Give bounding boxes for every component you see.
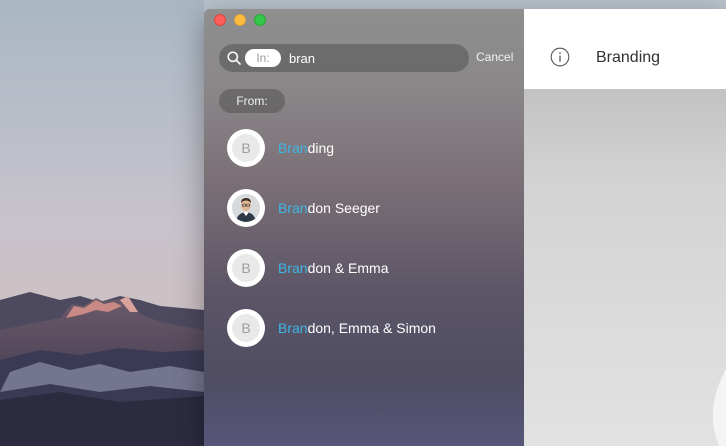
match-highlight: Bran xyxy=(278,140,308,156)
conversation-header: Branding xyxy=(524,9,726,89)
avatar: B xyxy=(227,309,265,347)
search-sidebar: In: Cancel From: B Branding xyxy=(204,9,524,446)
cancel-button[interactable]: Cancel xyxy=(476,50,513,64)
result-label: Brandon Seeger xyxy=(278,200,380,216)
result-item-brandon-seeger[interactable]: Brandon Seeger xyxy=(204,186,524,246)
avatar: B xyxy=(227,249,265,287)
avatar-initial: B xyxy=(232,134,260,162)
match-highlight: Bran xyxy=(278,260,308,276)
from-filter-chip[interactable]: From: xyxy=(219,89,285,113)
search-results-list: B Branding Brandon Seeger B Brandon & Em… xyxy=(204,126,524,366)
result-label-rest: don & Emma xyxy=(307,260,389,276)
app-window: In: Cancel From: B Branding xyxy=(204,9,726,446)
avatar-photo xyxy=(232,194,260,222)
result-item-brandon-emma[interactable]: B Brandon & Emma xyxy=(204,246,524,306)
result-label: Brandon & Emma xyxy=(278,260,389,276)
info-icon[interactable] xyxy=(550,47,570,67)
result-label-rest: ding xyxy=(307,140,335,156)
minimize-window-button[interactable] xyxy=(234,14,246,26)
search-input[interactable] xyxy=(289,48,459,68)
avatar xyxy=(227,189,265,227)
avatar-initial: B xyxy=(232,314,260,342)
close-window-button[interactable] xyxy=(214,14,226,26)
conversation-pane: Branding xyxy=(524,9,726,446)
search-icon xyxy=(227,51,241,65)
result-label: Branding xyxy=(278,140,334,156)
person-photo-icon xyxy=(232,194,260,222)
match-highlight: Bran xyxy=(278,200,308,216)
avatar: B xyxy=(227,129,265,167)
match-highlight: Bran xyxy=(278,320,308,336)
maximize-window-button[interactable] xyxy=(254,14,266,26)
result-item-branding[interactable]: B Branding xyxy=(204,126,524,186)
result-label-rest: don, Emma & Simon xyxy=(307,320,436,336)
result-item-brandon-emma-simon[interactable]: B Brandon, Emma & Simon xyxy=(204,306,524,366)
search-bar[interactable]: In: xyxy=(219,44,469,72)
result-label-rest: don Seeger xyxy=(307,200,380,216)
result-label: Brandon, Emma & Simon xyxy=(278,320,436,336)
avatar-initial: B xyxy=(232,254,260,282)
search-scope-pill[interactable]: In: xyxy=(245,49,281,67)
conversation-title: Branding xyxy=(596,49,661,66)
